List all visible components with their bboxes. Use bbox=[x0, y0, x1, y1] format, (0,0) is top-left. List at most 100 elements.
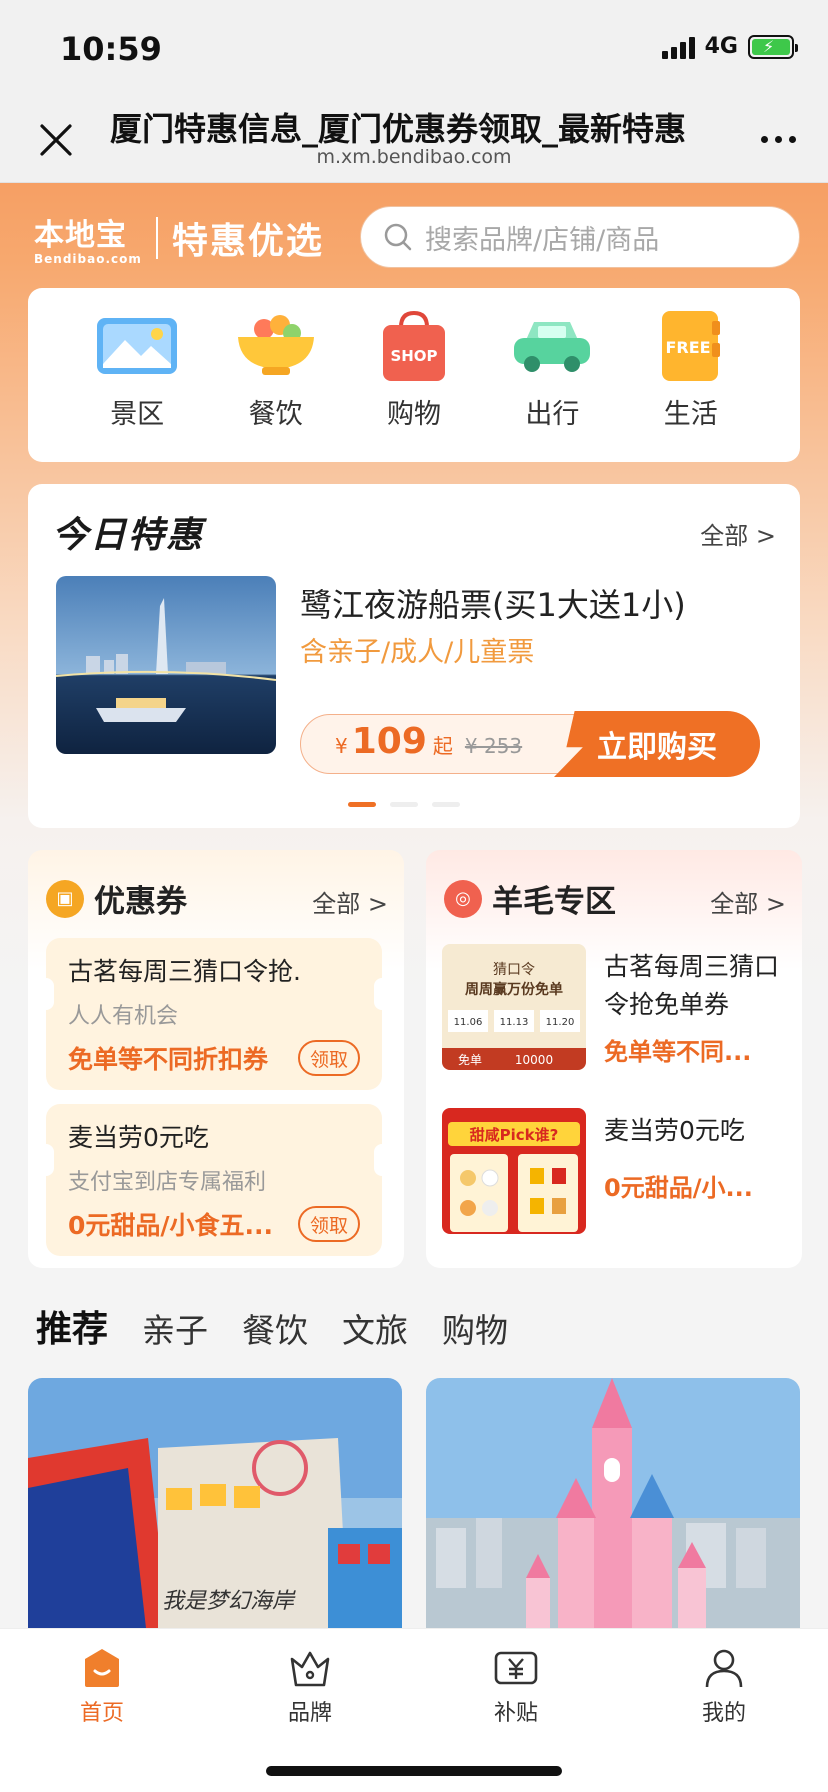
coupon-item-deal: 免单等不同折扣券 bbox=[68, 1045, 269, 1074]
guming-poster-image: 猜口令 周周赢万份免单 11.06 11.13 11.20 免单 10000 bbox=[442, 944, 586, 1070]
page: 10:59 4G ⚡ 厦门特惠信息_厦门优惠券领取_最新特惠 m.xm.bend… bbox=[0, 0, 828, 1792]
tab-recommend[interactable]: 推荐 bbox=[28, 1300, 132, 1356]
nav-label: 首页 bbox=[79, 1701, 124, 1726]
tab-food[interactable]: 餐饮 bbox=[242, 1304, 308, 1352]
poster-text: 猜口令 bbox=[493, 962, 535, 978]
nav-mine[interactable]: 我的 bbox=[664, 1647, 784, 1727]
poster-text: 免单 bbox=[458, 1052, 482, 1067]
coupon-item-subtitle: 支付宝到店专属福利 bbox=[68, 1170, 267, 1195]
feed-sign-text: 我是梦幻海岸 bbox=[162, 1589, 296, 1614]
free-notebook-icon: FREE bbox=[649, 308, 733, 384]
yangmao-item-deal: 0元甜品/小... bbox=[604, 1174, 753, 1202]
status-indicators: 4G ⚡ bbox=[661, 34, 798, 59]
tab-culture-travel[interactable]: 文旅 bbox=[342, 1304, 408, 1352]
poster-date: 11.13 bbox=[500, 1017, 529, 1028]
browser-chrome: 10:59 4G ⚡ 厦门特惠信息_厦门优惠券领取_最新特惠 m.xm.bend… bbox=[0, 0, 828, 183]
car-icon bbox=[510, 308, 594, 384]
poster-headline: 甜咸Pick谁? bbox=[470, 1126, 559, 1144]
yangmao-item[interactable]: 甜咸Pick谁? 麦当劳0元吃 0元甜品/小... bbox=[442, 1108, 786, 1240]
deal-name[interactable]: 鹭江夜游船票(买1大送1小) bbox=[300, 580, 686, 626]
category-label: 餐饮 bbox=[248, 399, 303, 430]
crown-icon bbox=[290, 1651, 330, 1687]
category-travel[interactable]: 出行 bbox=[492, 308, 612, 462]
tab-shopping[interactable]: 购物 bbox=[442, 1304, 508, 1352]
coupon-item-subtitle: 人人有机会 bbox=[68, 1004, 179, 1029]
poster-text: 周周赢万份免单 bbox=[465, 981, 563, 998]
nav-label: 我的 bbox=[701, 1701, 746, 1726]
nav-label: 补贴 bbox=[493, 1701, 538, 1726]
search-placeholder: 搜索品牌/店铺/商品 bbox=[425, 224, 660, 256]
category-shopping[interactable]: SHOP 购物 bbox=[354, 308, 474, 462]
feed-card-image[interactable]: 我是梦幻海岸 bbox=[28, 1378, 402, 1628]
svg-text:SHOP: SHOP bbox=[390, 347, 437, 365]
shopping-bag-icon: SHOP bbox=[372, 308, 456, 384]
yuan-ticket-icon bbox=[494, 1651, 538, 1685]
price-pill: ¥ 109 起 ¥ 253 立即购买 bbox=[300, 711, 760, 777]
logo-divider bbox=[155, 217, 158, 259]
signal-icon bbox=[661, 35, 695, 59]
coupon-item-title: 古茗每周三猜口令抢. bbox=[68, 957, 301, 986]
category-grid: 景区 餐饮 SHOP 购物 出行 FREE 生活 bbox=[28, 288, 800, 462]
price-value: 109 bbox=[351, 721, 427, 762]
home-indicator[interactable] bbox=[266, 1766, 562, 1776]
original-price: ¥ 253 bbox=[464, 734, 523, 758]
yangmao-item[interactable]: 猜口令 周周赢万份免单 11.06 11.13 11.20 免单 10000 古… bbox=[442, 944, 786, 1076]
food-bowl-icon bbox=[234, 308, 318, 384]
today-title: 今日特惠 bbox=[52, 515, 205, 556]
category-label: 生活 bbox=[663, 399, 718, 430]
yangmao-all-link[interactable]: 全部 > bbox=[710, 884, 786, 919]
carousel-indicator bbox=[348, 802, 460, 807]
yangmao-item-title: 麦当劳0元吃 bbox=[604, 1116, 745, 1145]
search-icon bbox=[384, 223, 412, 251]
coupon-item-title: 麦当劳0元吃 bbox=[68, 1123, 209, 1152]
nav-subsidy[interactable]: 补贴 bbox=[456, 1647, 576, 1727]
poster-date: 11.06 bbox=[454, 1017, 483, 1028]
category-label: 购物 bbox=[386, 399, 441, 430]
yangmao-section: ◎ 羊毛专区 全部 > 猜口令 周周赢万份免单 11.06 11.13 11.2… bbox=[426, 850, 802, 1268]
yangmao-item-deal: 免单等不同... bbox=[604, 1038, 752, 1066]
today-all-link[interactable]: 全部 > bbox=[700, 516, 776, 551]
logo-slogan: 特惠优选 bbox=[171, 221, 324, 262]
buy-now-button[interactable]: 立即购买 bbox=[554, 711, 760, 777]
home-icon bbox=[85, 1649, 119, 1687]
coupon-header: ▣ 优惠券 bbox=[46, 876, 187, 921]
nav-home[interactable]: 首页 bbox=[42, 1647, 162, 1727]
page-title: 厦门特惠信息_厦门优惠券领取_最新特惠 bbox=[110, 110, 687, 148]
mcdonalds-poster-image: 甜咸Pick谁? bbox=[442, 1108, 586, 1234]
category-life[interactable]: FREE 生活 bbox=[631, 308, 751, 462]
today-special-card: 今日特惠 全部 > 鹭江夜游船票(买1大送1小) 含亲子/成人/儿童票 ¥ 10… bbox=[28, 484, 800, 828]
coupon-item[interactable]: 麦当劳0元吃 支付宝到店专属福利 0元甜品/小食五... 领取 bbox=[38, 1104, 390, 1256]
category-label: 景区 bbox=[110, 399, 165, 430]
claim-button[interactable]: 领取 bbox=[298, 1206, 360, 1242]
feed-card-image[interactable] bbox=[426, 1378, 800, 1628]
coupon-item[interactable]: 古茗每周三猜口令抢. 人人有机会 免单等不同折扣券 领取 bbox=[38, 938, 390, 1090]
scenic-icon bbox=[95, 308, 179, 384]
claim-button[interactable]: 领取 bbox=[298, 1040, 360, 1076]
nav-brand[interactable]: 品牌 bbox=[250, 1647, 370, 1727]
coupon-title: 优惠券 bbox=[94, 884, 187, 920]
network-type: 4G bbox=[704, 34, 738, 59]
poster-text: 10000 bbox=[515, 1053, 553, 1067]
coupon-all-link[interactable]: 全部 > bbox=[312, 884, 388, 919]
logo[interactable]: 本地宝 Bendibao.com 特惠优选 bbox=[34, 210, 324, 266]
category-scenic[interactable]: 景区 bbox=[77, 308, 197, 462]
status-time: 10:59 bbox=[60, 30, 162, 68]
yangmao-icon: ◎ bbox=[444, 879, 482, 918]
user-icon bbox=[705, 1649, 743, 1688]
coupon-section: ▣ 优惠券 全部 > 古茗每周三猜口令抢. 人人有机会 免单等不同折扣券 领取 … bbox=[28, 850, 404, 1268]
search-input[interactable]: 搜索品牌/店铺/商品 bbox=[360, 206, 800, 268]
deal-image[interactable] bbox=[56, 576, 276, 754]
coupon-icon: ▣ bbox=[46, 879, 84, 918]
deal-subtitle: 含亲子/成人/儿童票 bbox=[300, 637, 535, 668]
yangmao-header: ◎ 羊毛专区 bbox=[444, 876, 616, 921]
more-menu-icon[interactable] bbox=[761, 136, 796, 143]
coupon-item-deal: 0元甜品/小食五... bbox=[68, 1211, 274, 1240]
nav-label: 品牌 bbox=[287, 1701, 332, 1726]
category-label: 出行 bbox=[525, 399, 580, 430]
svg-text:FREE: FREE bbox=[665, 338, 710, 357]
poster-date: 11.20 bbox=[546, 1017, 575, 1028]
tab-family[interactable]: 亲子 bbox=[142, 1304, 208, 1352]
category-tabs: 推荐 亲子 餐饮 文旅 购物 bbox=[28, 1300, 508, 1356]
price: ¥ 109 起 ¥ 253 bbox=[335, 721, 523, 762]
category-food[interactable]: 餐饮 bbox=[216, 308, 336, 462]
